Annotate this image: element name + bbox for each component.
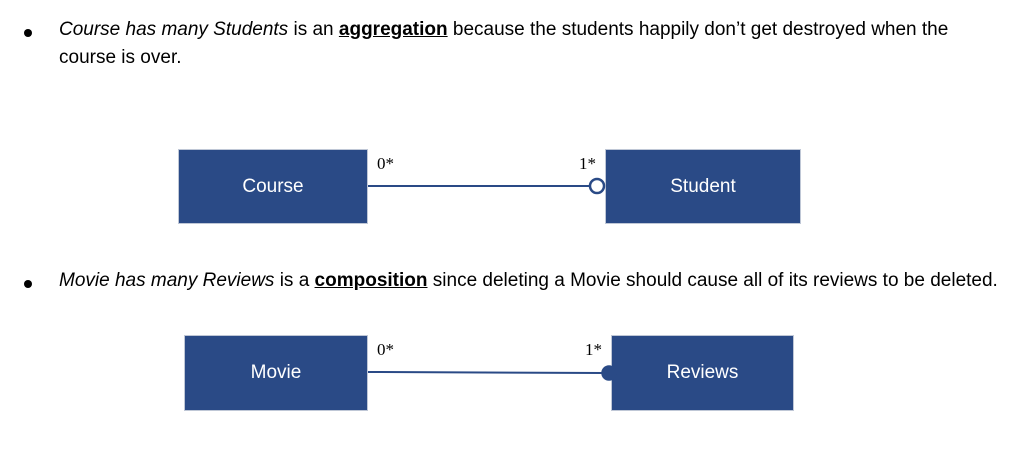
aggregation-hollow-circle	[588, 177, 606, 195]
connectors	[367, 177, 617, 381]
composition-filled-circle	[601, 365, 617, 381]
composition-line	[367, 371, 605, 374]
